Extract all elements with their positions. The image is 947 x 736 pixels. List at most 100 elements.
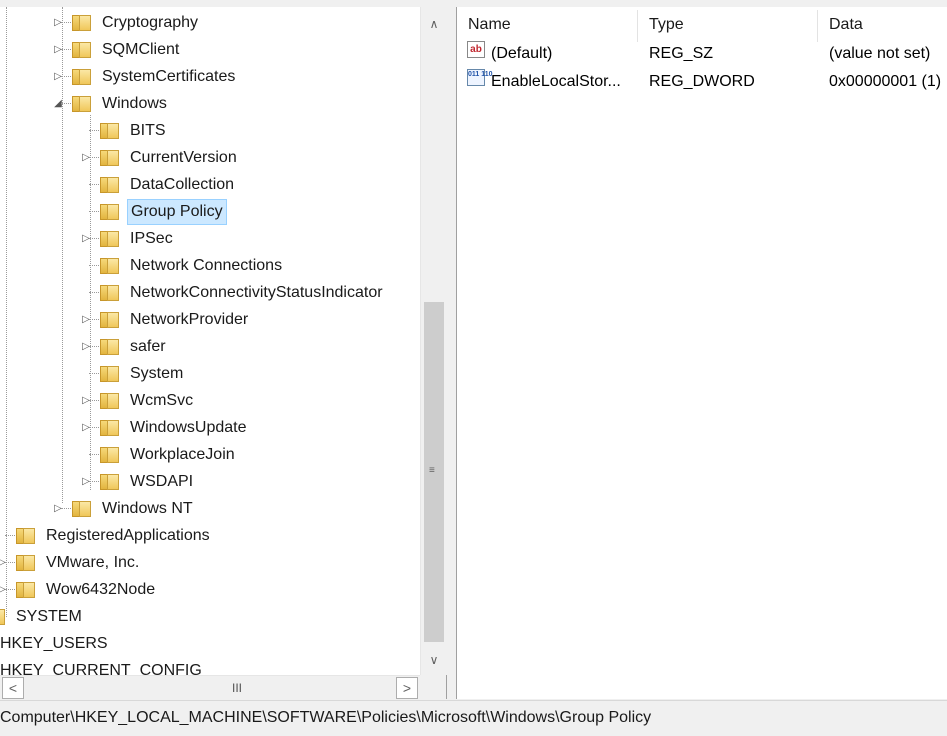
folder-icon [100,177,119,193]
folder-icon [100,312,119,328]
tree-connector [89,427,99,428]
scrollbar-corner [420,675,446,699]
folder-icon [100,231,119,247]
current-key-path: Computer\HKEY_LOCAL_MACHINE\SOFTWARE\Pol… [0,709,652,726]
expand-arrow-icon[interactable]: ▷ [80,307,92,333]
registry-values-list[interactable]: Name Type Data ab (Default) REG_SZ (valu… [456,7,947,699]
tree-connector [89,157,99,158]
collapse-arrow-icon[interactable]: ◢ [52,91,64,117]
scroll-right-button[interactable]: > [396,677,418,699]
folder-icon [16,528,35,544]
expand-arrow-icon[interactable]: ▷ [52,64,64,90]
tree-item-label: VMware, Inc. [46,554,140,571]
tree-horizontal-scrollbar[interactable]: < III > [0,675,420,700]
tree-item-label: DataCollection [130,176,235,193]
tree-guide-line [6,7,7,617]
value-type: REG_SZ [649,45,714,62]
folder-icon [100,123,119,139]
string-value-icon: ab [467,41,485,58]
expand-arrow-icon[interactable]: ▷ [80,469,92,495]
value-row-enablelocalstorage[interactable]: 011 110 EnableLocalStor... REG_DWORD 0x0… [457,69,947,95]
tree-connector [89,292,99,293]
folder-icon [72,15,91,31]
registry-key-tree[interactable]: ▷ Cryptography ▷ SQMClient ▷ SystemCerti… [0,7,447,700]
tree-item-label: HKEY_USERS [0,635,108,652]
column-header-type[interactable]: Type [638,10,818,42]
folder-icon [72,69,91,85]
folder-icon [16,555,35,571]
tree-vertical-scrollbar[interactable]: ∧ ≡ ∨ [420,7,447,675]
scroll-down-button[interactable]: ∨ [421,649,447,671]
tree-item-label: Cryptography [102,14,199,31]
value-name: (Default) [491,45,553,62]
tree-item-label: Wow6432Node [46,581,156,598]
folder-icon [100,285,119,301]
expand-arrow-icon[interactable]: ▷ [80,415,92,441]
tree-connector [89,211,99,212]
tree-item-label: NetworkConnectivityStatusIndicator [130,284,383,301]
tree-viewport: ▷ Cryptography ▷ SQMClient ▷ SystemCerti… [0,7,420,675]
tree-connector [89,454,99,455]
tree-connector [5,535,15,536]
tree-item-label: CurrentVersion [130,149,237,166]
folder-icon [72,501,91,517]
folder-icon [100,258,119,274]
value-row-default[interactable]: ab (Default) REG_SZ (value not set) [457,41,947,67]
tree-item-label: WorkplaceJoin [130,446,235,463]
tree-connector [61,22,71,23]
scroll-up-button[interactable]: ∧ [421,13,447,35]
tree-item-label: safer [130,338,166,355]
tree-connector [89,319,99,320]
tree-item-label: System [130,365,184,382]
expand-arrow-icon[interactable]: ▷ [0,577,8,603]
tree-connector [61,508,71,509]
folder-icon [100,204,119,220]
tree-item-label: HKEY_CURRENT_CONFIG [0,662,202,675]
tree-connector [89,346,99,347]
folder-icon [72,42,91,58]
expand-arrow-icon[interactable]: ▷ [80,145,92,171]
tree-connector [5,589,15,590]
column-header-data[interactable]: Data [818,10,947,42]
tree-item-label: Group Policy [127,199,227,225]
folder-icon [100,150,119,166]
tree-connector [89,238,99,239]
horizontal-scroll-thumb[interactable] [24,679,389,697]
scroll-left-button[interactable]: < [2,677,24,699]
tree-item-label: SystemCertificates [102,68,236,85]
tree-item-label: SQMClient [102,41,180,58]
tree-item-label: Windows [102,95,167,112]
tree-item-label: WSDAPI [130,473,194,490]
scroll-grip-icon: III [232,681,243,695]
binary-value-icon: 011 110 [467,69,493,86]
value-data: 0x00000001 (1) [829,73,942,90]
column-header-name[interactable]: Name [457,10,638,42]
expand-arrow-icon[interactable]: ▷ [52,37,64,63]
tree-connector [61,76,71,77]
folder-icon [16,582,35,598]
expand-arrow-icon[interactable]: ▷ [80,334,92,360]
value-data: (value not set) [829,45,931,62]
folder-icon [100,366,119,382]
tree-connector [89,373,99,374]
folder-icon [100,447,119,463]
tree-item-label: Network Connections [130,257,283,274]
tree-item-label: RegisteredApplications [46,527,210,544]
tree-item-label: WindowsUpdate [130,419,247,436]
scroll-grip-icon: ≡ [429,465,435,476]
tree-connector [61,49,71,50]
expand-arrow-icon[interactable]: ▷ [52,10,64,36]
tree-item-label: BITS [130,122,166,139]
tree-item-label: Windows NT [102,500,193,517]
expand-arrow-icon[interactable]: ▷ [0,550,8,576]
folder-icon [100,393,119,409]
tree-connector [89,130,99,131]
expand-arrow-icon[interactable]: ▷ [80,226,92,252]
tree-connector [89,184,99,185]
expand-arrow-icon[interactable]: ▷ [80,388,92,414]
tree-item-label: SYSTEM [16,608,82,625]
tree-connector [89,400,99,401]
folder-icon [72,96,91,112]
tree-connector [61,103,71,104]
expand-arrow-icon[interactable]: ▷ [52,496,64,522]
